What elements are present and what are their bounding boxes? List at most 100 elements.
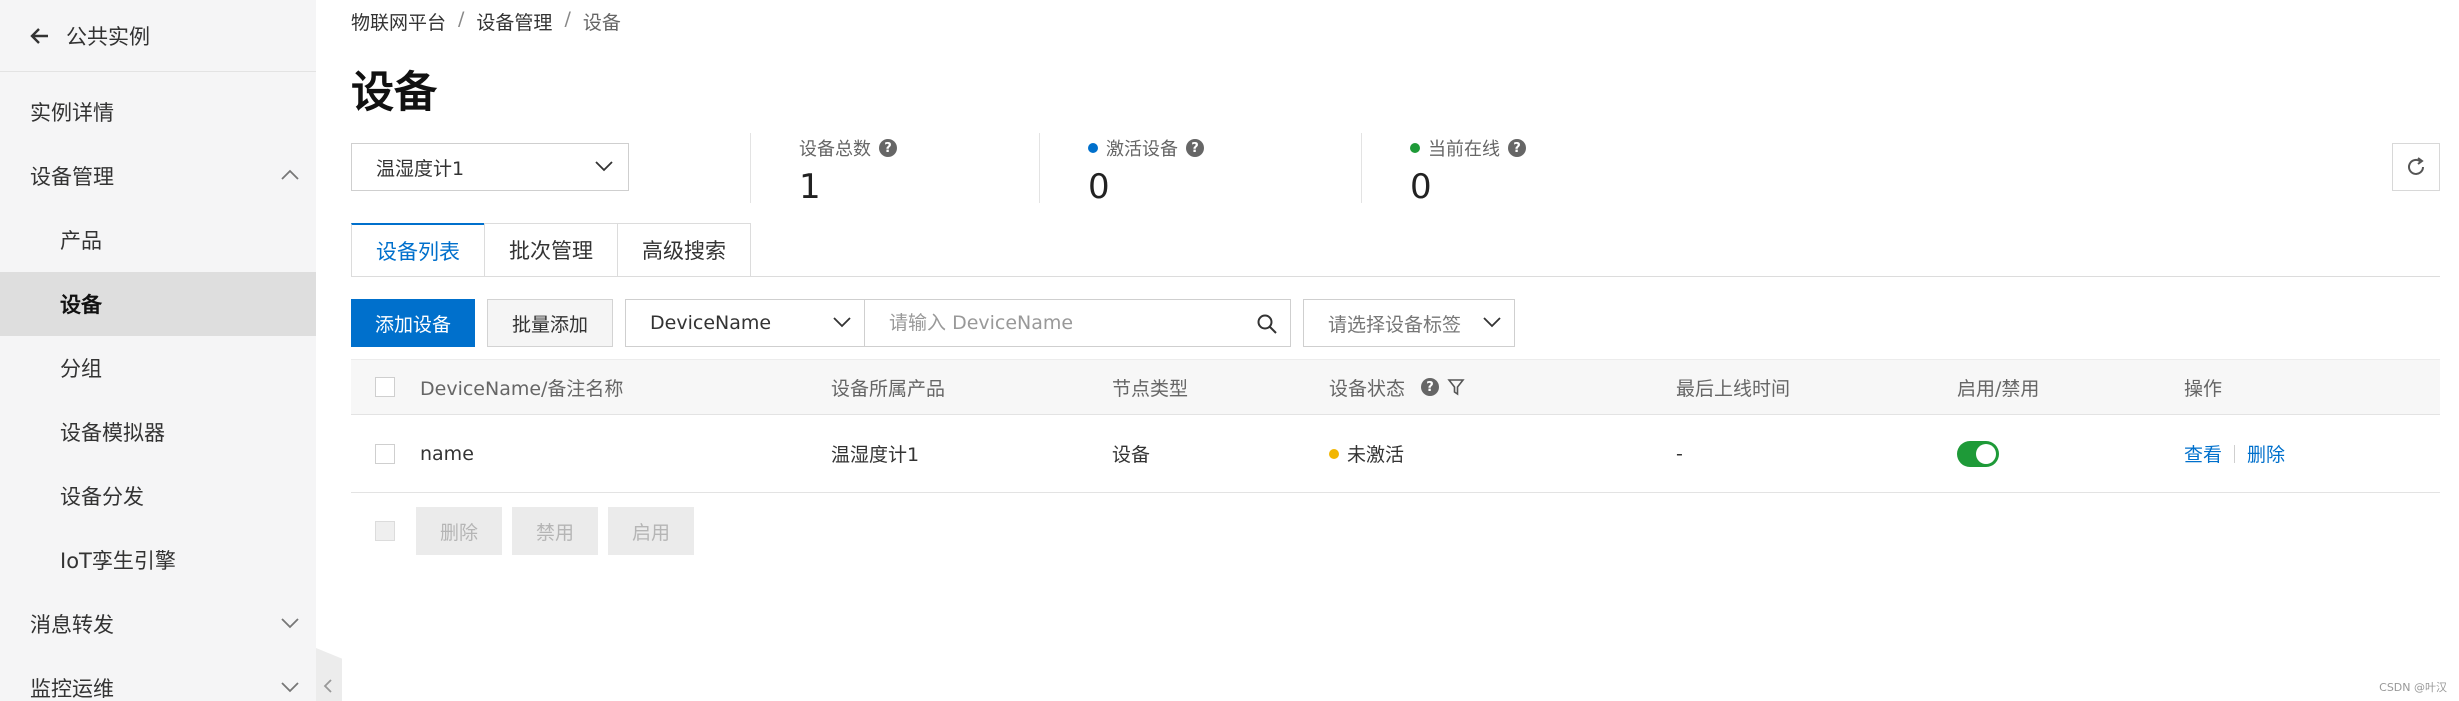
breadcrumb-item-device-management[interactable]: 设备管理 xyxy=(476,8,552,35)
column-header-status-label: 设备状态 xyxy=(1329,377,1406,400)
back-link[interactable]: 公共实例 xyxy=(0,0,316,72)
device-node-type: 设备 xyxy=(1112,444,1151,466)
delete-link[interactable]: 删除 xyxy=(2247,440,2285,467)
stat-total-devices: 设备总数 ? 1 xyxy=(750,133,897,207)
status-dot-icon xyxy=(1410,143,1420,153)
chevron-up-icon xyxy=(281,169,299,180)
device-tag-select[interactable]: 请选择设备标签 xyxy=(1303,299,1516,347)
stat-online-devices: 当前在线 ? 0 xyxy=(1361,133,1526,207)
sidebar-item-device-management[interactable]: 设备管理 xyxy=(0,144,316,208)
device-name: name xyxy=(420,442,474,465)
enable-toggle[interactable] xyxy=(1957,440,1999,467)
sidebar-item-label: 产品 xyxy=(60,229,102,253)
sidebar-item-label: 设备管理 xyxy=(30,165,114,189)
sidebar-item-device-simulator[interactable]: 设备模拟器 xyxy=(0,400,316,464)
sidebar-item-message-forwarding[interactable]: 消息转发 xyxy=(0,592,316,656)
device-status-label: 未激活 xyxy=(1347,444,1405,466)
refresh-icon xyxy=(2408,157,2424,175)
stat-activated-devices: 激活设备 ? 0 xyxy=(1039,133,1204,207)
select-all-checkbox[interactable] xyxy=(375,377,395,397)
tab-divider xyxy=(351,276,2440,277)
device-status: 未激活 xyxy=(1329,440,1404,467)
sidebar-item-instance-detail[interactable]: 实例详情 xyxy=(0,80,316,144)
bulk-actions: 删除 禁用 启用 xyxy=(351,507,704,555)
filter-icon[interactable] xyxy=(1447,377,1465,397)
main-content: 物联网平台 / 设备管理 / 设备 设备 温湿度计1 设备总数 ? 1 激活设备… xyxy=(351,0,2459,701)
status-dot-icon xyxy=(1088,143,1098,153)
product-select-value: 温湿度计1 xyxy=(376,157,465,180)
column-header-enable-disable: 启用/禁用 xyxy=(1957,377,2040,400)
tab-device-list[interactable]: 设备列表 xyxy=(351,223,485,277)
device-table: DeviceName/备注名称 设备所属产品 节点类型 设备状态 ? 最后上线时… xyxy=(351,359,2440,493)
chevron-left-icon xyxy=(323,679,332,693)
column-header-last-online: 最后上线时间 xyxy=(1676,377,1791,400)
sidebar-item-label: 消息转发 xyxy=(30,613,114,637)
help-icon[interactable]: ? xyxy=(1508,139,1526,157)
sidebar-item-label: IoT孪生引擎 xyxy=(60,549,176,573)
sidebar-collapse-handle[interactable] xyxy=(316,648,342,701)
back-label: 公共实例 xyxy=(66,24,150,49)
add-device-button[interactable]: 添加设备 xyxy=(351,299,476,347)
help-icon[interactable]: ? xyxy=(1186,139,1204,157)
sidebar-item-group[interactable]: 分组 xyxy=(0,336,316,400)
device-product: 温湿度计1 xyxy=(831,444,920,466)
search-icon[interactable] xyxy=(1256,313,1278,335)
column-header-actions: 操作 xyxy=(2184,377,2223,400)
view-link[interactable]: 查看 xyxy=(2184,440,2222,467)
product-select[interactable]: 温湿度计1 xyxy=(351,143,629,191)
stat-label: 设备总数 xyxy=(799,139,871,160)
help-icon[interactable]: ? xyxy=(879,139,897,157)
sidebar: 公共实例 实例详情 设备管理 产品 设备 分组 设备模拟器 设备分发 IoT孪生… xyxy=(0,0,316,701)
sidebar-item-label: 设备分发 xyxy=(60,485,144,509)
watermark: CSDN @叶汉 xyxy=(2379,681,2447,694)
action-divider xyxy=(2234,444,2236,463)
breadcrumb-item-current: 设备 xyxy=(582,12,621,34)
sidebar-item-product[interactable]: 产品 xyxy=(0,208,316,272)
chevron-down-icon xyxy=(833,317,851,328)
bulk-delete-button[interactable]: 删除 xyxy=(416,507,503,555)
sidebar-item-label: 设备模拟器 xyxy=(60,421,165,445)
breadcrumb: 物联网平台 / 设备管理 / 设备 xyxy=(351,8,621,35)
device-actions: 查看 删除 xyxy=(2184,440,2285,467)
row-checkbox[interactable] xyxy=(375,443,395,464)
toolbar: 添加设备 批量添加 DeviceName 请选择设备标签 xyxy=(351,299,1516,347)
stat-value: 0 xyxy=(1410,167,1432,207)
table-row: name 温湿度计1 设备 未激活 - 查看 删除 xyxy=(351,415,2440,493)
chevron-down-icon xyxy=(281,618,299,629)
sidebar-item-device-distribution[interactable]: 设备分发 xyxy=(0,464,316,528)
device-enable-cell xyxy=(1957,440,1999,467)
sidebar-item-iot-twin-engine[interactable]: IoT孪生引擎 xyxy=(0,528,316,592)
bulk-select-checkbox[interactable] xyxy=(375,521,395,541)
app-root: 公共实例 实例详情 设备管理 产品 设备 分组 设备模拟器 设备分发 IoT孪生… xyxy=(0,0,2459,701)
tab-bar: 设备列表 批次管理 高级搜索 xyxy=(351,223,751,277)
search-input[interactable] xyxy=(865,312,1236,334)
stat-label: 当前在线 xyxy=(1428,139,1500,160)
breadcrumb-item-iot-platform[interactable]: 物联网平台 xyxy=(351,8,446,35)
breadcrumb-separator: / xyxy=(564,8,571,30)
bulk-disable-button[interactable]: 禁用 xyxy=(512,507,599,555)
help-icon[interactable]: ? xyxy=(1421,378,1440,396)
status-dot-icon xyxy=(1329,448,1339,459)
tab-advanced-search[interactable]: 高级搜索 xyxy=(617,223,751,277)
sidebar-item-label: 监控运维 xyxy=(30,677,114,701)
chevron-down-icon xyxy=(281,682,299,693)
table-header: DeviceName/备注名称 设备所属产品 节点类型 设备状态 ? 最后上线时… xyxy=(351,359,2440,415)
stat-label-row: 当前在线 ? xyxy=(1410,135,1526,161)
stat-value: 1 xyxy=(799,167,821,207)
sidebar-item-monitoring-ops[interactable]: 监控运维 xyxy=(0,656,316,701)
sidebar-item-device[interactable]: 设备 xyxy=(0,272,316,336)
device-last-online: - xyxy=(1676,442,1683,465)
sidebar-item-label: 实例详情 xyxy=(30,101,114,125)
search-type-select[interactable]: DeviceName xyxy=(625,299,866,347)
breadcrumb-separator: / xyxy=(458,8,465,30)
refresh-button[interactable] xyxy=(2392,143,2440,191)
bulk-enable-button[interactable]: 启用 xyxy=(608,507,695,555)
page-title: 设备 xyxy=(351,68,437,118)
column-header-status: 设备状态 ? xyxy=(1329,374,1465,401)
tab-batch-management[interactable]: 批次管理 xyxy=(484,223,618,277)
column-header-product: 设备所属产品 xyxy=(831,377,946,400)
batch-add-button[interactable]: 批量添加 xyxy=(487,299,614,347)
sidebar-item-label: 分组 xyxy=(60,357,102,381)
device-tag-placeholder: 请选择设备标签 xyxy=(1328,313,1462,336)
search-box xyxy=(865,299,1292,347)
